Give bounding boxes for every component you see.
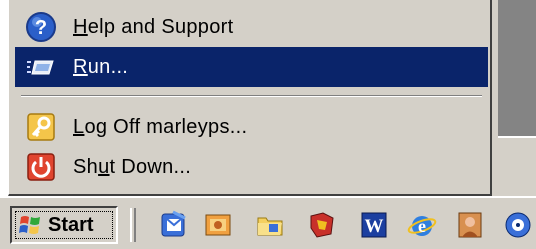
taskbar: Start W e xyxy=(0,196,536,249)
folder-icon[interactable] xyxy=(252,208,288,242)
help-icon: ? xyxy=(21,7,61,47)
menu-item-help-and-support[interactable]: ? Help and Support xyxy=(15,7,488,47)
menu-item-label: Run... xyxy=(73,55,129,78)
word-icon[interactable]: W xyxy=(356,208,392,242)
menu-item-shut-down[interactable]: Shut Down... xyxy=(15,147,488,187)
start-menu: ? Help and Support Run... Log Off marley… xyxy=(8,0,492,196)
start-button[interactable]: Start xyxy=(10,206,118,244)
shutdown-icon xyxy=(21,147,61,187)
svg-text:W: W xyxy=(365,216,384,237)
window-edge xyxy=(498,136,536,138)
windows-logo-icon xyxy=(18,213,44,237)
menu-item-label: Shut Down... xyxy=(73,155,192,178)
menu-item-log-off[interactable]: Log Off marleyps... xyxy=(15,107,488,147)
media-icon[interactable] xyxy=(452,208,488,242)
outlook-express-icon[interactable] xyxy=(156,208,192,242)
desktop-area xyxy=(492,0,536,196)
run-icon xyxy=(21,47,61,87)
toolbar-grip[interactable] xyxy=(130,208,136,242)
menu-item-label: Log Off marleyps... xyxy=(73,115,248,138)
menu-separator xyxy=(21,95,482,97)
svg-text:e: e xyxy=(418,216,426,236)
media-player-icon[interactable] xyxy=(500,208,536,242)
start-label: Start xyxy=(48,213,94,236)
background-window xyxy=(498,0,536,136)
app-icon[interactable] xyxy=(304,208,340,242)
internet-explorer-icon[interactable]: e xyxy=(404,208,440,242)
menu-item-label: Help and Support xyxy=(73,15,234,38)
menu-item-run[interactable]: Run... xyxy=(15,47,488,87)
svg-text:?: ? xyxy=(35,17,47,39)
show-desktop-icon[interactable] xyxy=(200,208,236,242)
key-icon xyxy=(21,107,61,147)
